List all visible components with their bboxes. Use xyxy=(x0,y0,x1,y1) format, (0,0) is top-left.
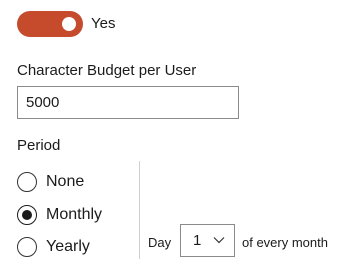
character-budget-label: Character Budget per User xyxy=(17,62,197,79)
radio-label-monthly: Monthly xyxy=(46,206,103,223)
radio-label-none: None xyxy=(46,173,85,190)
chevron-down-icon xyxy=(213,237,225,244)
period-divider xyxy=(139,161,140,259)
radio-label-yearly: Yearly xyxy=(46,238,90,255)
period-option-none[interactable]: None xyxy=(17,170,84,194)
toggle-knob xyxy=(62,17,76,31)
day-select-value: 1 xyxy=(193,231,202,249)
period-label: Period xyxy=(17,137,61,154)
enable-toggle-row: Yes xyxy=(17,11,115,37)
period-option-monthly[interactable]: Monthly xyxy=(17,203,102,227)
radio-none[interactable] xyxy=(17,172,37,192)
day-select[interactable]: 1 xyxy=(180,224,235,257)
day-prefix-label: Day xyxy=(148,235,172,250)
period-option-yearly[interactable]: Yearly xyxy=(17,235,90,259)
radio-yearly[interactable] xyxy=(17,237,37,257)
budget-settings-panel: Yes Character Budget per User Period Non… xyxy=(0,0,349,259)
character-budget-input[interactable] xyxy=(17,86,239,119)
enable-toggle[interactable] xyxy=(17,11,83,37)
radio-monthly[interactable] xyxy=(17,205,37,225)
toggle-state-label: Yes xyxy=(91,15,116,32)
day-suffix-label: of every month xyxy=(242,235,328,250)
